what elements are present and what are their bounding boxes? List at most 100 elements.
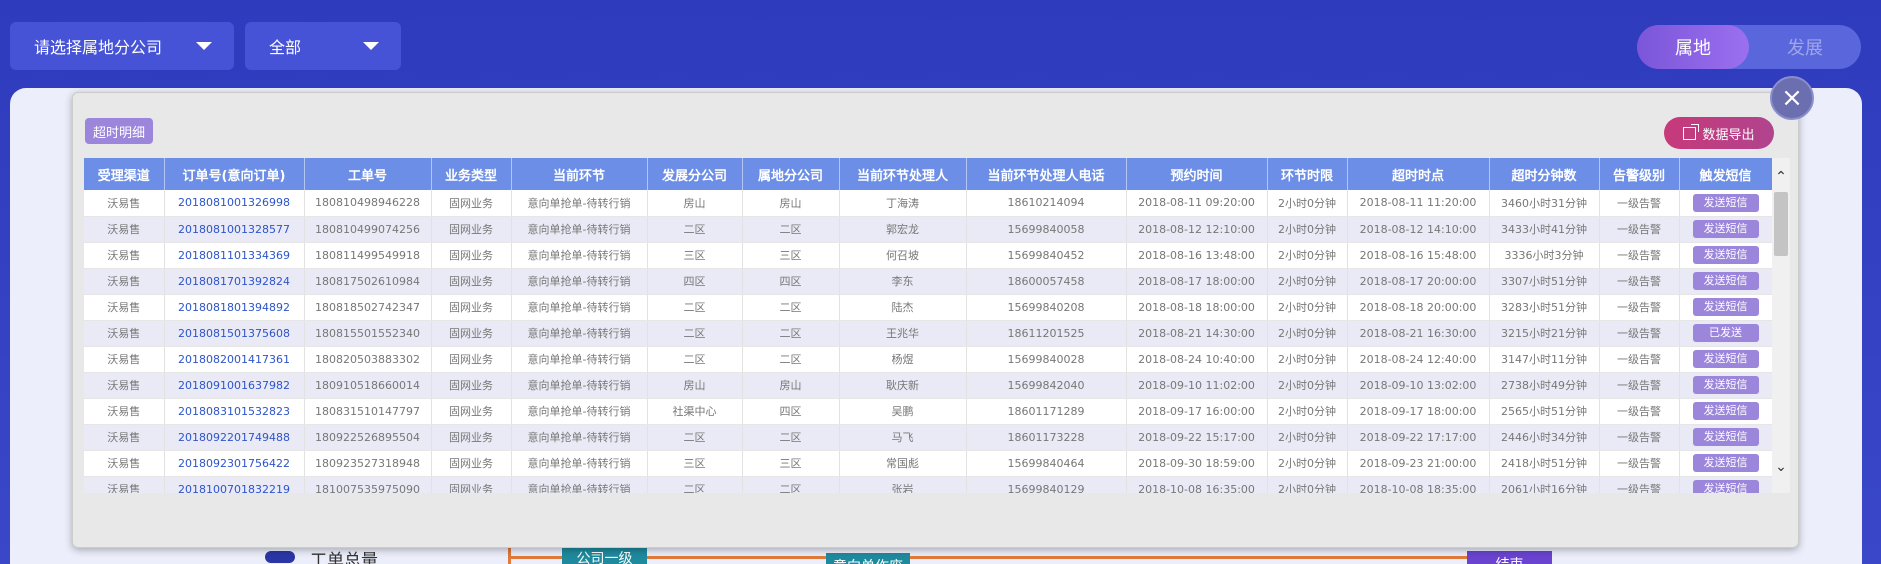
table-cell: 沃易售 <box>84 294 165 321</box>
table-row: 沃易售 2018092301756422 180923527318948 固网业务 意向… <box>84 450 1772 477</box>
table-body: 沃易售 2018081001326998 180810498946228 固网业务 意向… <box>84 190 1772 493</box>
sms-cell: 发送短信 <box>1679 216 1772 243</box>
table-cell: 3460小时31分钟 <box>1489 190 1600 217</box>
scroll-up-icon[interactable]: ⌃ <box>1772 168 1790 186</box>
table-cell: 2小时0分钟 <box>1267 268 1348 295</box>
send-sms-button[interactable]: 发送短信 <box>1692 376 1759 394</box>
table-cell: 沃易售 <box>84 242 165 269</box>
timeout-detail-modal: 超时明细 数据导出 受理渠道 订单号(意向订单) 工单号 业务类型 当前环节 发展分公司属… <box>72 92 1799 548</box>
send-sms-button[interactable]: 发送短信 <box>1692 454 1759 472</box>
order-number-link[interactable]: 2018092201749488 <box>164 424 305 451</box>
table-cell: 意向单抢单-待转行销 <box>511 242 648 269</box>
table-cell: 耿庆新 <box>839 372 967 399</box>
table-cell: 三区 <box>742 242 840 269</box>
order-number-link[interactable]: 2018082001417361 <box>164 346 305 373</box>
send-sms-button[interactable]: 发送短信 <box>1692 428 1759 446</box>
table-cell: 三区 <box>647 242 743 269</box>
order-number-link[interactable]: 2018081701392824 <box>164 268 305 295</box>
table-cell: 吴鹏 <box>839 398 967 425</box>
table-cell: 2018-08-11 11:20:00 <box>1347 190 1490 217</box>
table-cell: 意向单抢单-待转行销 <box>511 320 648 347</box>
table-cell: 固网业务 <box>431 216 512 243</box>
send-sms-button[interactable]: 发送短信 <box>1692 220 1759 238</box>
table-cell: 2018-09-30 18:59:00 <box>1126 450 1268 477</box>
table-cell: 二区 <box>647 294 743 321</box>
table-cell: 2061小时16分钟 <box>1489 476 1600 493</box>
table-cell: 固网业务 <box>431 424 512 451</box>
column-header: 受理渠道 <box>84 158 165 190</box>
scroll-thumb[interactable] <box>1774 192 1788 256</box>
order-number-link[interactable]: 2018100701832219 <box>164 476 305 493</box>
scroll-down-icon[interactable]: ⌄ <box>1772 458 1790 476</box>
sms-cell: 发送短信 <box>1679 190 1772 217</box>
table-cell: 常国彪 <box>839 450 967 477</box>
send-sms-button[interactable]: 发送短信 <box>1692 402 1759 420</box>
table-cell: 2小时0分钟 <box>1267 450 1348 477</box>
table-cell: 三区 <box>742 450 840 477</box>
table-cell: 2018-09-22 15:17:00 <box>1126 424 1268 451</box>
column-header: 当前环节处理人 <box>839 158 967 190</box>
close-icon[interactable]: × <box>1770 76 1814 120</box>
table-cell: 2018-09-22 17:17:00 <box>1347 424 1490 451</box>
send-sms-button[interactable]: 发送短信 <box>1692 193 1759 212</box>
table-cell: 意向单抢单-待转行销 <box>511 346 648 373</box>
table-row: 沃易售 2018081001326998 180810498946228 固网业务 意向… <box>84 190 1772 217</box>
sms-cell: 发送短信 <box>1679 242 1772 269</box>
send-sms-button[interactable]: 发送短信 <box>1692 246 1759 264</box>
table-cell: 沃易售 <box>84 398 165 425</box>
table-cell: 固网业务 <box>431 320 512 347</box>
table-cell: 18601173228 <box>966 424 1127 451</box>
table-row: 沃易售 2018092201749488 180922526895504 固网业务 意向… <box>84 424 1772 451</box>
table-cell: 马飞 <box>839 424 967 451</box>
send-sms-button[interactable]: 发送短信 <box>1692 480 1759 493</box>
send-sms-button[interactable]: 已发送 <box>1692 324 1759 342</box>
order-number-link[interactable]: 2018092301756422 <box>164 450 305 477</box>
table-cell: 2小时0分钟 <box>1267 190 1348 217</box>
table-cell: 2018-08-12 12:10:00 <box>1126 216 1268 243</box>
toggle-option-local[interactable]: 属地 <box>1637 25 1749 69</box>
order-number-link[interactable]: 2018081501375608 <box>164 320 305 347</box>
table-cell: 郭宏龙 <box>839 216 967 243</box>
table-scrollbar[interactable]: ⌃ ⌄ <box>1772 158 1790 493</box>
table-cell: 沃易售 <box>84 476 165 493</box>
order-number-link[interactable]: 2018081001328577 <box>164 216 305 243</box>
sms-cell: 已发送 <box>1679 320 1772 347</box>
order-number-link[interactable]: 2018081101334369 <box>164 242 305 269</box>
table-cell: 固网业务 <box>431 242 512 269</box>
table-cell: 180810498946228 <box>304 190 432 217</box>
order-number-link[interactable]: 2018083101532823 <box>164 398 305 425</box>
sms-cell: 发送短信 <box>1679 372 1772 399</box>
table-row: 沃易售 2018083101532823 180831510147797 固网业务 意向… <box>84 398 1772 425</box>
table-cell: 15699840452 <box>966 242 1127 269</box>
table-cell: 18610214094 <box>966 190 1127 217</box>
table-cell: 3283小时51分钟 <box>1489 294 1600 321</box>
export-button[interactable]: 数据导出 <box>1664 117 1774 149</box>
order-number-link[interactable]: 2018081001326998 <box>164 190 305 217</box>
order-number-link[interactable]: 2018091001637982 <box>164 372 305 399</box>
column-header: 超时分钟数 <box>1489 158 1600 190</box>
toggle-option-develop[interactable]: 发展 <box>1749 25 1861 69</box>
table-cell: 意向单抢单-待转行销 <box>511 476 648 493</box>
timeout-table: 受理渠道 订单号(意向订单) 工单号 业务类型 当前环节 发展分公司 属地分公司 当前环节处理… <box>84 158 1772 493</box>
view-toggle[interactable]: 属地 发展 <box>1637 25 1861 69</box>
table-cell: 2018-08-11 09:20:00 <box>1126 190 1268 217</box>
column-header: 订单号(意向订单) <box>164 158 305 190</box>
table-cell: 固网业务 <box>431 450 512 477</box>
table-cell: 意向单抢单-待转行销 <box>511 294 648 321</box>
type-select[interactable]: 全部 <box>245 22 401 70</box>
table-cell: 社渠中心 <box>647 398 743 425</box>
send-sms-button[interactable]: 发送短信 <box>1692 350 1759 368</box>
table-cell: 一级告警 <box>1599 320 1680 347</box>
send-sms-button[interactable]: 发送短信 <box>1692 272 1759 290</box>
order-number-link[interactable]: 2018081801394892 <box>164 294 305 321</box>
column-header: 当前环节 <box>511 158 648 190</box>
table-cell: 陆杰 <box>839 294 967 321</box>
table-cell: 3336小时3分钟 <box>1489 242 1600 269</box>
table-row: 沃易售 2018081501375608 180815501552340 固网业务 意向… <box>84 320 1772 347</box>
branch-select[interactable]: 请选择属地分公司 <box>10 22 234 70</box>
table-cell: 2018-08-12 14:10:00 <box>1347 216 1490 243</box>
column-header: 工单号 <box>304 158 432 190</box>
branch-select-label: 请选择属地分公司 <box>34 38 163 57</box>
send-sms-button[interactable]: 发送短信 <box>1692 298 1759 316</box>
table-cell: 2小时0分钟 <box>1267 242 1348 269</box>
